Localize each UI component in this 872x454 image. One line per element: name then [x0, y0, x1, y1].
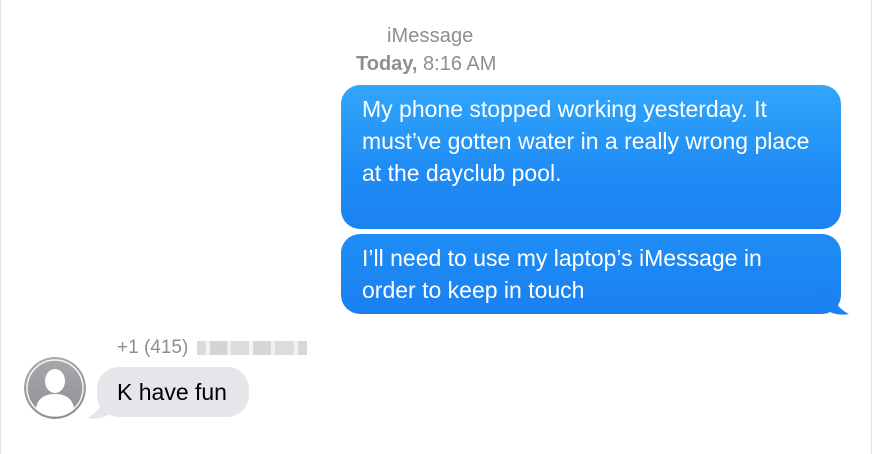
- redacted-number-blur: [197, 341, 308, 355]
- avatar-graphic: [24, 357, 86, 419]
- sender-number: +1 (415): [117, 337, 189, 358]
- timestamp: Today, 8:16 AM: [356, 53, 496, 76]
- person-silhouette-icon[interactable]: [24, 357, 86, 419]
- timestamp-day: Today,: [356, 53, 418, 75]
- incoming-message-bubble[interactable]: K have fun: [97, 367, 249, 417]
- sender-line: +1 (415): [117, 337, 308, 359]
- outgoing-message-bubble[interactable]: My phone stopped working yesterday. It m…: [341, 85, 841, 229]
- outgoing-message-bubble[interactable]: I’ll need to use my laptop’s iMessage in…: [341, 234, 841, 314]
- outgoing-bubble-tail: [819, 286, 849, 315]
- message-transcript: iMessage Today, 8:16 AM My phone stopped…: [0, 0, 872, 454]
- service-label: iMessage: [387, 25, 474, 47]
- timestamp-time: 8:16 AM: [423, 53, 497, 75]
